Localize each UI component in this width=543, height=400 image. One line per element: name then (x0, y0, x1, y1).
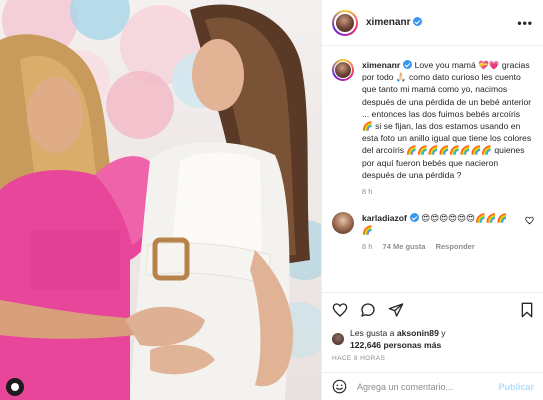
photo-illustration (0, 0, 321, 400)
comment: karladiazof 😍😍😍😍😍😍🌈🌈🌈🌈 (362, 212, 512, 236)
caption-time[interactable]: 8 h (362, 187, 372, 196)
likes-summary: Les gusta a aksonin89 y 122,646 personas… (332, 327, 534, 351)
commenter-avatar[interactable] (332, 212, 354, 235)
comment-meta: 8 h 74 Me gusta Responder (362, 242, 534, 251)
heart-icon[interactable] (332, 302, 348, 318)
caption-author-avatar[interactable] (332, 59, 354, 81)
comment-input[interactable] (357, 381, 499, 392)
caption-meta: 8 h (362, 187, 534, 196)
verified-icon (403, 60, 413, 69)
post-side-panel: ximenanr ••• ximenanr Love you mamá 💝💗 g… (321, 0, 543, 400)
emoji-icon[interactable] (332, 379, 347, 394)
more-options-icon[interactable]: ••• (517, 16, 533, 30)
verified-icon (413, 17, 423, 26)
likes-text[interactable]: Les gusta a aksonin89 y 122,646 personas… (350, 327, 446, 351)
commenter-username[interactable]: karladiazof (362, 213, 407, 223)
comments-list: ximenanr Love you mamá 💝💗 gracias por to… (322, 47, 543, 292)
save-icon[interactable] (520, 302, 534, 318)
action-bar (332, 300, 534, 320)
publish-button[interactable]: Publicar (498, 382, 534, 392)
likes-count[interactable]: 122,646 personas más (350, 340, 441, 350)
comment-composer: Publicar (322, 372, 543, 400)
caption-text: Love you mamá 💝💗 gracias por todo 🙏🏻 com… (362, 60, 532, 180)
tagged-people-icon[interactable] (6, 378, 24, 396)
post-photo[interactable] (0, 0, 321, 400)
likes-prefix: Les gusta a (350, 328, 397, 338)
post-timestamp[interactable]: HACE 8 HORAS (332, 355, 534, 362)
liker-username[interactable]: aksonin89 (397, 328, 439, 338)
comment-time[interactable]: 8 h (362, 242, 372, 251)
caption-username[interactable]: ximenanr (362, 60, 400, 70)
author-avatar[interactable] (332, 9, 358, 36)
likes-conjunction: y (438, 328, 446, 338)
comment-row: karladiazof 😍😍😍😍😍😍🌈🌈🌈🌈 (332, 212, 534, 236)
post-header: ximenanr ••• (322, 0, 543, 46)
comment-like-icon[interactable] (525, 216, 534, 225)
caption: ximenanr Love you mamá 💝💗 gracias por to… (362, 59, 532, 181)
comment-likes[interactable]: 74 Me gusta (383, 242, 426, 251)
caption-row: ximenanr Love you mamá 💝💗 gracias por to… (332, 59, 534, 181)
author-username[interactable]: ximenanr (366, 17, 423, 28)
reply-button[interactable]: Responder (436, 242, 475, 251)
verified-icon (409, 213, 419, 223)
comment-icon[interactable] (360, 302, 376, 318)
liker-avatar[interactable] (332, 333, 344, 345)
post-actions-area: Les gusta a aksonin89 y 122,646 personas… (322, 292, 543, 362)
share-icon[interactable] (388, 302, 404, 318)
